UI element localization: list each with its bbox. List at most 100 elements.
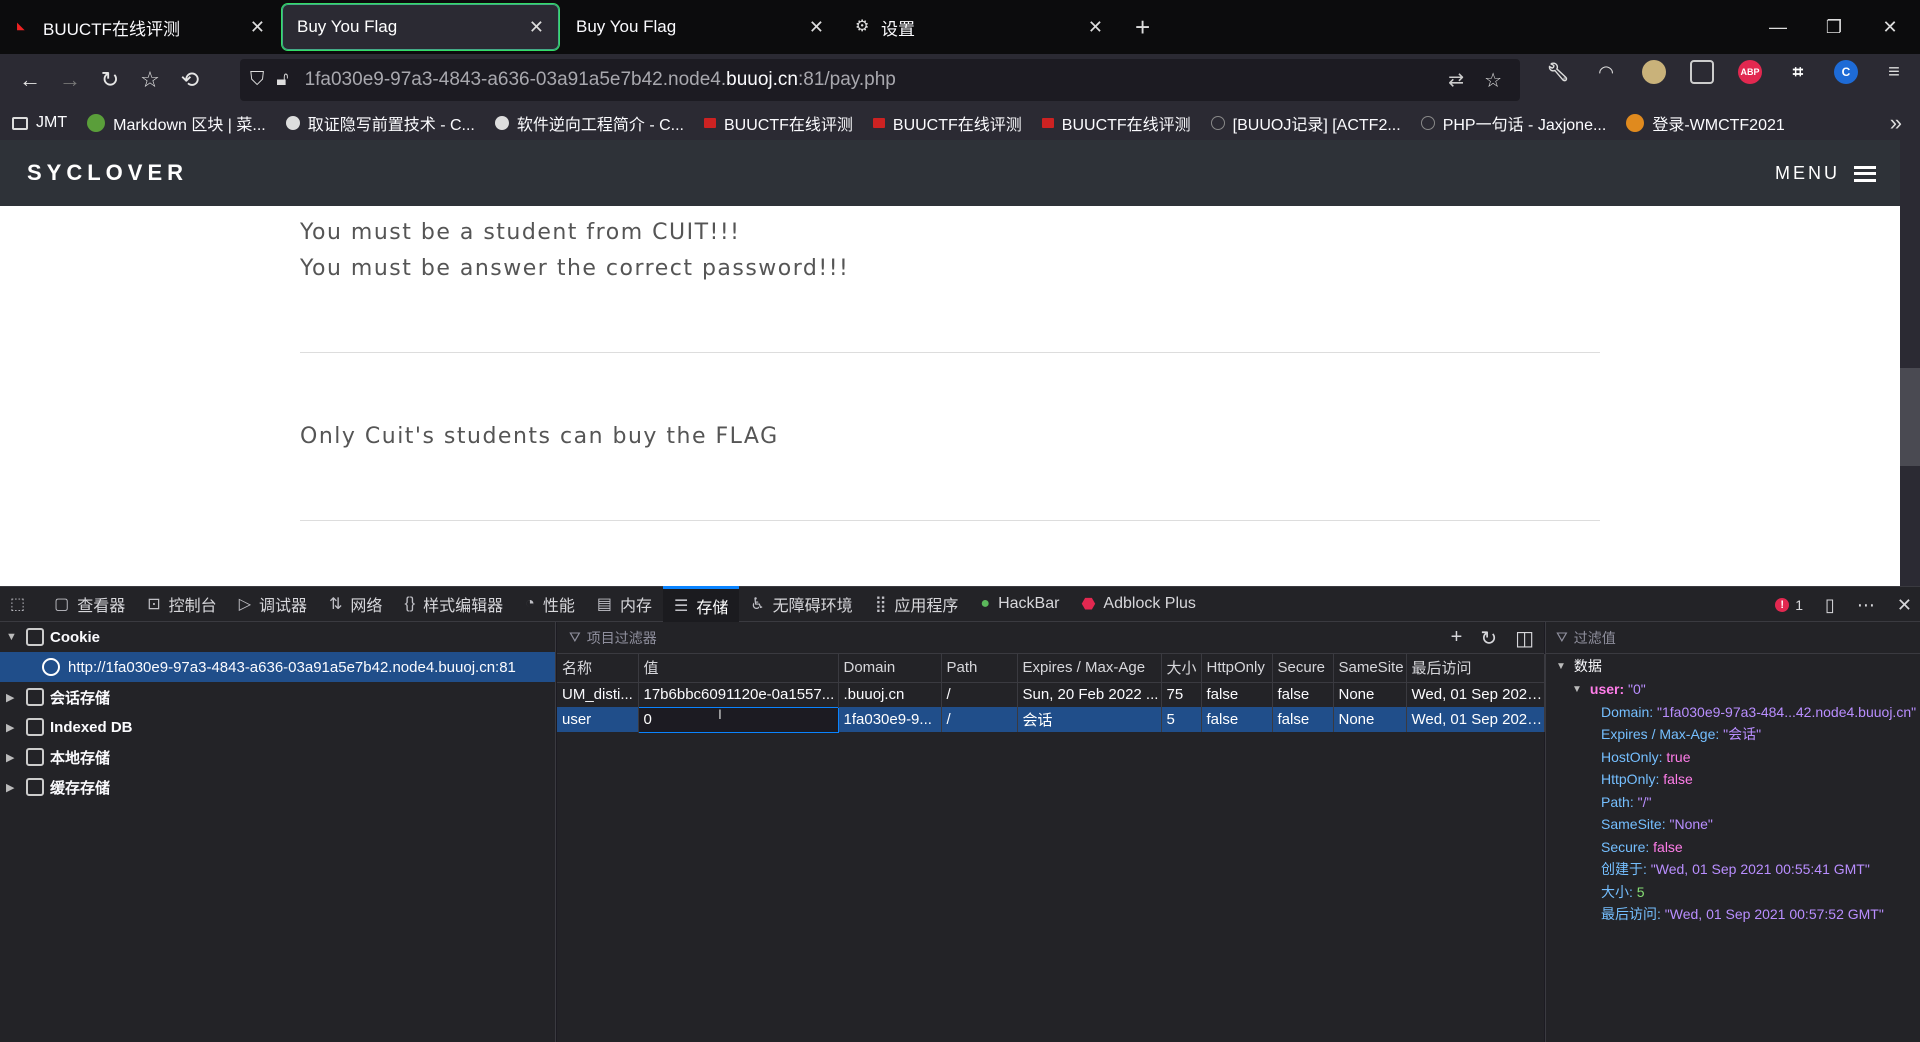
responsive-design-icon[interactable]: ▯ [1825, 595, 1835, 616]
close-tab-icon[interactable]: ✕ [809, 17, 824, 38]
column-header[interactable]: HttpOnly [1201, 654, 1273, 683]
table-row-selected[interactable]: user 0 1fa030e9-9... / 会话 5 false false … [557, 706, 1545, 733]
tab-accessibility[interactable]: ♿︎ 无障碍环境 [739, 586, 863, 622]
table-cell[interactable]: user [557, 707, 639, 732]
close-tab-icon[interactable]: ✕ [529, 17, 544, 38]
back-icon[interactable]: ← [10, 60, 50, 100]
item-filter-input[interactable]: ⛛ 项目过滤器 + ↻ ◫ [557, 622, 1544, 654]
table-cell[interactable]: false [1272, 682, 1334, 707]
property-row[interactable]: Domain: "1fa030e9-97a3-484...42.node4.bu… [1546, 701, 1920, 724]
bookmark-star-icon[interactable]: ☆ [1484, 68, 1502, 93]
table-cell[interactable]: None [1333, 707, 1407, 732]
more-options-icon[interactable]: ⋯ [1857, 595, 1875, 616]
new-tab-button[interactable]: + [1135, 12, 1150, 43]
chevron-double-right-icon[interactable]: » [1890, 110, 1902, 136]
bookmark-item[interactable]: 取证隐写前置技术 - C... [285, 111, 475, 135]
bookmark-folder[interactable]: JMT [12, 114, 67, 132]
tab-application[interactable]: ⣿ 应用程序 [864, 586, 970, 622]
table-cell[interactable]: 17b6bbc6091120e-0a1557... [638, 682, 839, 707]
column-header[interactable]: Expires / Max-Age [1017, 654, 1162, 683]
table-cell[interactable]: false [1201, 682, 1273, 707]
crop-icon[interactable]: ⌗ [1786, 60, 1810, 84]
tab-buy-you-flag-active[interactable]: Buy You Flag ✕ [281, 3, 560, 51]
reload-icon[interactable]: ↻ [90, 60, 130, 100]
property-row[interactable]: HostOnly: true [1546, 746, 1920, 769]
menu-button[interactable]: MENU [1775, 163, 1876, 184]
error-indicator[interactable]: ! 1 [1775, 597, 1803, 613]
tab-debugger[interactable]: ▷ 调试器 [228, 586, 318, 622]
bookmark-item[interactable]: BUUCTF在线评测 [1041, 111, 1191, 135]
column-header[interactable]: Path [941, 654, 1018, 683]
column-header[interactable]: 名称 [557, 654, 639, 683]
close-window-button[interactable]: ✕ [1862, 0, 1918, 54]
data-section-header[interactable]: ▼ 数据 [1546, 654, 1920, 678]
tab-adblock[interactable]: ⬣ Adblock Plus [1070, 586, 1206, 622]
reader-icon[interactable] [1690, 60, 1714, 84]
element-picker-icon[interactable]: ⬚ [0, 586, 43, 622]
bookmark-item[interactable]: [BUUOJ记录] [ACTF2... [1210, 111, 1401, 135]
table-cell[interactable]: false [1201, 707, 1273, 732]
table-cell[interactable]: .buuoj.cn [838, 682, 942, 707]
tab-hackbar[interactable]: ● HackBar [969, 586, 1070, 622]
adblock-icon[interactable]: ABP [1738, 60, 1762, 84]
bookmark-item[interactable]: BUUCTF在线评测 [704, 111, 853, 135]
table-row[interactable]: UM_disti... 17b6bbc6091120e-0a1557... .b… [557, 682, 1545, 707]
tree-cache-storage[interactable]: ▶ 缓存存储 [0, 772, 555, 802]
tree-session-storage[interactable]: ▶ 会话存储 [0, 682, 555, 712]
table-cell[interactable]: Sun, 20 Feb 2022 ... [1017, 682, 1162, 707]
close-tab-icon[interactable]: ✕ [1088, 17, 1103, 38]
bookmark-item[interactable]: 软件逆向工程简介 - C... [494, 111, 684, 135]
page-scrollbar[interactable] [1900, 140, 1920, 586]
value-filter-input[interactable]: ⛛ 过滤值 [1546, 622, 1920, 654]
tab-storage[interactable]: ☰ 存储 [662, 586, 740, 622]
toggle-sidebar-icon[interactable]: ◫ [1515, 626, 1534, 651]
tab-memory[interactable]: ▤ 内存 [586, 586, 663, 622]
table-cell[interactable]: false [1272, 707, 1334, 732]
data-root-item[interactable]: ▼ user: "0" [1562, 678, 1920, 701]
site-logo[interactable]: SYCLOVER [27, 160, 188, 186]
tab-network[interactable]: ⇅ 网络 [318, 586, 393, 622]
property-row[interactable]: HttpOnly: false [1546, 768, 1920, 791]
property-row[interactable]: 大小: 5 [1546, 881, 1920, 904]
tree-cookie[interactable]: ▼ Cookie [0, 622, 555, 652]
tree-cookie-host[interactable]: http://1fa030e9-97a3-4843-a636-03a91a5e7… [0, 652, 555, 682]
column-header[interactable]: 值 [638, 654, 839, 683]
tab-buuctf[interactable]: ◣ BUUCTF在线评测 ✕ [3, 4, 279, 50]
tree-indexed-db[interactable]: ▶ Indexed DB [0, 712, 555, 742]
property-row[interactable]: 最后访问: "Wed, 01 Sep 2021 00:57:52 GMT" [1546, 903, 1920, 926]
table-cell[interactable]: / [941, 682, 1018, 707]
column-header[interactable]: SameSite [1333, 654, 1407, 683]
tab-inspector[interactable]: ▢ 查看器 [43, 586, 136, 622]
column-header[interactable]: Domain [838, 654, 942, 683]
minimize-button[interactable]: — [1750, 0, 1806, 54]
proxy-icon[interactable]: ◠ [1594, 60, 1618, 84]
tree-local-storage[interactable]: ▶ 本地存储 [0, 742, 555, 772]
tab-settings[interactable]: ⚙ 设置 ✕ [841, 4, 1117, 50]
close-devtools-icon[interactable]: ✕ [1897, 595, 1912, 616]
restore-button[interactable]: ❐ [1806, 0, 1862, 54]
property-row[interactable]: Expires / Max-Age: "会话" [1546, 723, 1920, 746]
table-cell[interactable]: / [941, 707, 1018, 732]
tab-performance[interactable]: ◔ 性能 [514, 586, 586, 622]
column-header[interactable]: 大小 [1161, 654, 1202, 683]
history-icon[interactable]: ⟲ [170, 60, 210, 100]
shield-icon[interactable]: ⛉ [250, 69, 264, 91]
forward-icon[interactable]: → [50, 60, 90, 100]
add-item-icon[interactable]: + [1451, 626, 1463, 651]
bookmark-item[interactable]: PHP一句话 - Jaxjone... [1420, 111, 1606, 135]
avatar-icon[interactable] [1642, 60, 1666, 84]
cookie-value-editor[interactable]: 0 [637, 706, 839, 733]
property-row[interactable]: 创建于: "Wed, 01 Sep 2021 00:55:41 GMT" [1546, 858, 1920, 881]
bookmark-item[interactable]: Markdown 区块 | 菜... [87, 111, 266, 135]
extension-c-icon[interactable]: C [1834, 60, 1858, 84]
column-header[interactable]: 最后访问 [1406, 654, 1545, 683]
property-row[interactable]: SameSite: "None" [1546, 813, 1920, 836]
close-tab-icon[interactable]: ✕ [250, 17, 265, 38]
property-row[interactable]: Secure: false [1546, 836, 1920, 859]
url-bar[interactable]: ⛉ 🔓︎ 1fa030e9-97a3-4843-a636-03a91a5e7b4… [240, 59, 1520, 101]
tab-style-editor[interactable]: {} 样式编辑器 [393, 586, 514, 622]
table-cell[interactable]: 1fa030e9-9... [838, 707, 942, 732]
table-cell[interactable]: 会话 [1017, 707, 1162, 732]
lock-icon[interactable]: 🔓︎ [276, 69, 288, 91]
wrench-icon[interactable]: 🔧︎ [1546, 60, 1570, 84]
